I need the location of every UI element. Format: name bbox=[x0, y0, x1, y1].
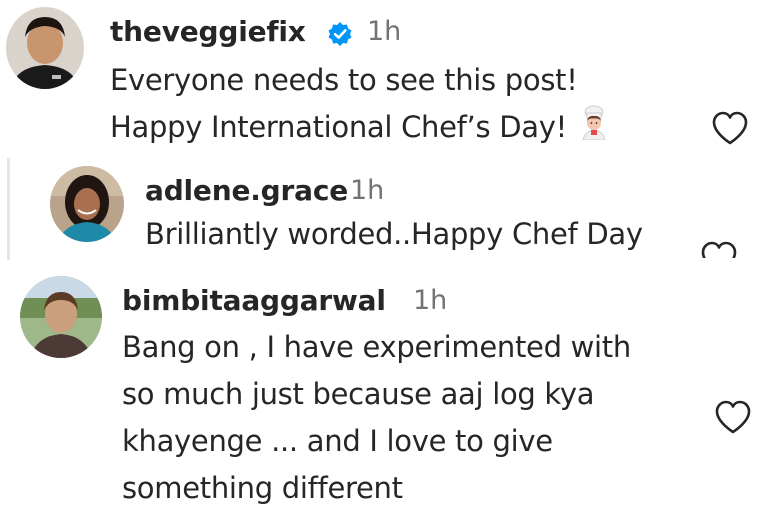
comment-time: 1h bbox=[367, 16, 402, 47]
comment-line: khayenge ... and I love to give bbox=[122, 424, 553, 458]
heart-outline-icon bbox=[701, 241, 737, 258]
avatar-bimbitaaggarwal[interactable] bbox=[20, 276, 102, 358]
avatar-adlene-grace[interactable] bbox=[50, 166, 124, 242]
like-button[interactable] bbox=[714, 399, 752, 439]
like-button[interactable] bbox=[700, 240, 738, 258]
comment-line: Everyone needs to see this post! bbox=[110, 63, 578, 97]
comment-time: 1h bbox=[413, 285, 448, 316]
verified-badge-icon bbox=[327, 21, 353, 51]
comment-line: so much just because aaj log kya bbox=[122, 377, 595, 411]
heart-outline-icon bbox=[712, 111, 748, 145]
comment-time: 1h bbox=[350, 175, 385, 206]
comment-text: Everyone needs to see this post! Happy I… bbox=[110, 57, 611, 154]
comment-text: Bang on , I have experimented with so mu… bbox=[122, 324, 631, 512]
username[interactable]: bimbitaaggarwal bbox=[122, 284, 386, 317]
reply-thread-line bbox=[7, 158, 10, 260]
comment-line: Bang on , I have experimented with bbox=[122, 330, 631, 364]
like-button[interactable] bbox=[711, 110, 749, 150]
username[interactable]: adlene.grace bbox=[145, 174, 348, 207]
avatar-theveggiefix[interactable] bbox=[6, 7, 84, 89]
comment-line: Happy International Chef’s Day! bbox=[110, 110, 567, 144]
chef-emoji-icon bbox=[577, 104, 611, 154]
comment-line: something different bbox=[122, 471, 403, 505]
comment-text: Brilliantly worded..Happy Chef Day bbox=[145, 211, 643, 258]
heart-outline-icon bbox=[715, 400, 751, 434]
comment-line: Brilliantly worded..Happy Chef Day bbox=[145, 217, 643, 251]
comment-line-with-emoji: Happy International Chef’s Day! bbox=[110, 104, 611, 154]
username[interactable]: theveggiefix bbox=[110, 15, 306, 48]
